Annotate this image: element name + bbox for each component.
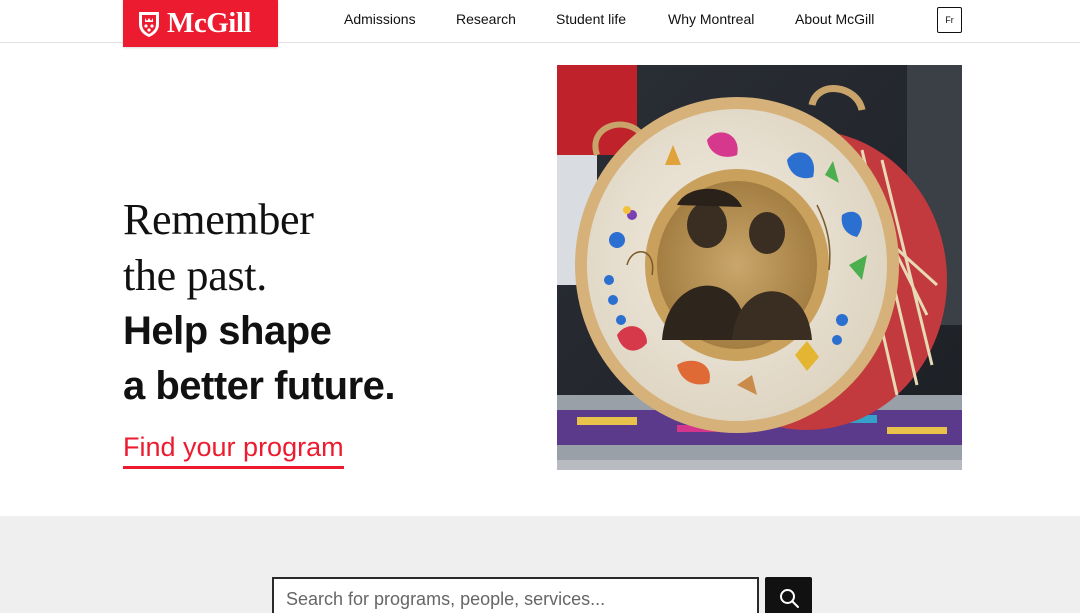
language-toggle-button[interactable]: Fr — [937, 7, 962, 33]
search-button[interactable] — [765, 577, 812, 613]
nav-about-mcgill[interactable]: About McGill — [795, 11, 874, 27]
find-your-program-link[interactable]: Find your program — [123, 432, 344, 469]
logo-wordmark: McGill — [167, 7, 251, 39]
search-input[interactable] — [272, 577, 759, 613]
nav-research[interactable]: Research — [456, 11, 516, 27]
crest-icon — [137, 10, 161, 38]
hero-image — [557, 65, 962, 470]
hero-heading: Remember the past. Help shape a better f… — [123, 192, 543, 414]
drum-illustration — [557, 65, 962, 470]
nav-admissions[interactable]: Admissions — [344, 11, 416, 27]
hero-line-3: Help shape — [123, 309, 332, 353]
nav-why-montreal[interactable]: Why Montreal — [668, 11, 754, 27]
search-icon — [778, 587, 800, 612]
nav-student-life[interactable]: Student life — [556, 11, 626, 27]
hero-line-1: Remember — [123, 195, 314, 244]
hero-line-4: a better future. — [123, 364, 396, 408]
hero-line-2: the past. — [123, 251, 267, 300]
site-header: McGill Admissions Research Student life … — [0, 0, 1080, 47]
mcgill-logo[interactable]: McGill — [123, 0, 278, 47]
